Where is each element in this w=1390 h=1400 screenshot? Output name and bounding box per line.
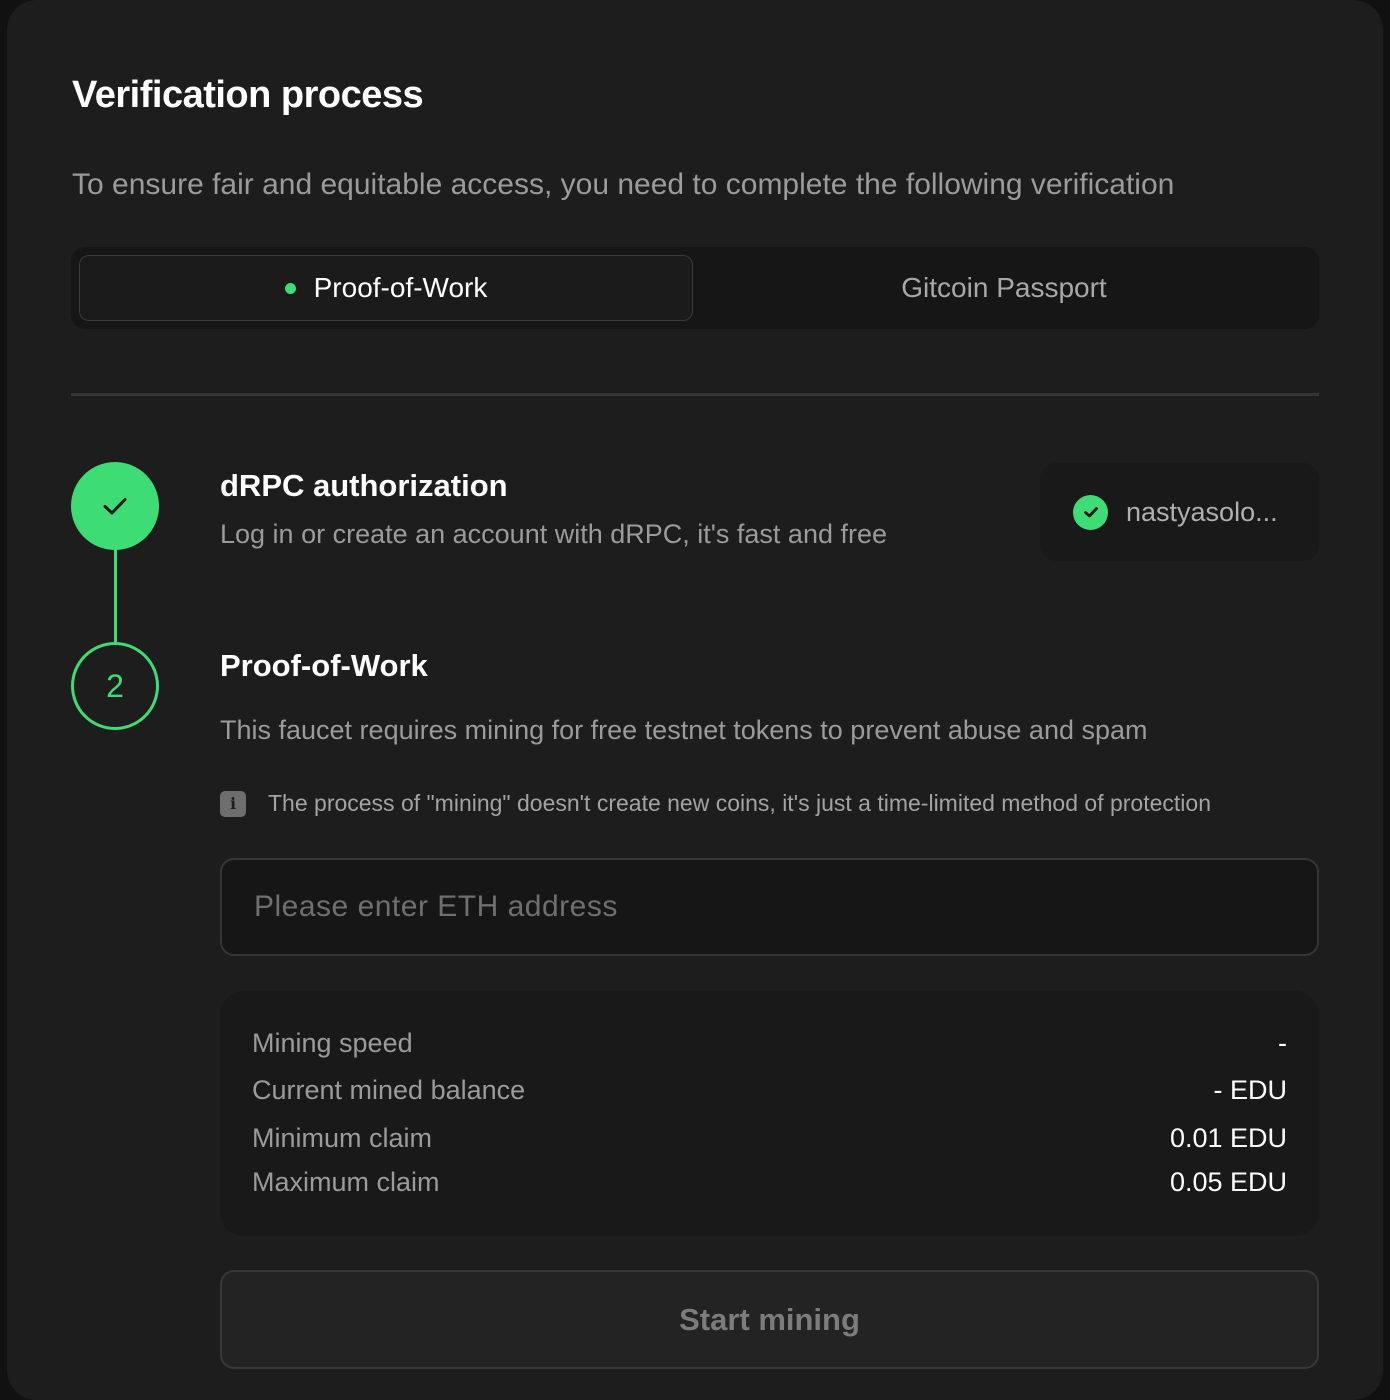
stat-label: Current mined balance bbox=[252, 1074, 526, 1105]
divider bbox=[71, 393, 1319, 396]
tab-label: Gitcoin Passport bbox=[901, 272, 1107, 303]
eth-address-input[interactable] bbox=[220, 858, 1319, 956]
tab-label: Proof-of-Work bbox=[313, 272, 488, 303]
active-dot-icon bbox=[284, 282, 296, 294]
page-title: Verification process bbox=[72, 74, 424, 116]
step-connector-line bbox=[114, 548, 117, 644]
verification-method-tabs: Proof-of-Work Gitcoin Passport bbox=[71, 247, 1319, 329]
stat-label: Mining speed bbox=[252, 1027, 413, 1058]
tab-gitcoin-passport[interactable]: Gitcoin Passport bbox=[697, 255, 1311, 321]
account-name: nastyasolo... bbox=[1126, 496, 1278, 527]
check-icon bbox=[103, 498, 127, 515]
stat-value: 0.05 EDU bbox=[1169, 1166, 1287, 1197]
account-badge[interactable]: nastyasolo... bbox=[1040, 463, 1319, 561]
stat-value: - bbox=[1278, 1027, 1287, 1058]
stat-row-maximum-claim: Maximum claim 0.05 EDU bbox=[252, 1162, 1287, 1202]
stat-row-minimum-claim: Minimum claim 0.01 EDU bbox=[252, 1118, 1287, 1158]
stat-label: Maximum claim bbox=[252, 1166, 440, 1197]
step-2-indicator: 2 bbox=[71, 642, 159, 730]
step-number: 2 bbox=[106, 667, 124, 704]
start-mining-button[interactable]: Start mining bbox=[220, 1270, 1319, 1369]
stat-row-current-balance: Current mined balance - EDU bbox=[252, 1070, 1287, 1110]
mining-stats-panel: Mining speed - Current mined balance - E… bbox=[220, 991, 1319, 1236]
tab-proof-of-work[interactable]: Proof-of-Work bbox=[79, 255, 693, 321]
step-1-title: dRPC authorization bbox=[220, 468, 508, 503]
stat-label: Minimum claim bbox=[252, 1122, 433, 1153]
step-1-description: Log in or create an account with dRPC, i… bbox=[220, 519, 888, 549]
stat-value: - EDU bbox=[1213, 1074, 1288, 1105]
stat-value: 0.01 EDU bbox=[1169, 1122, 1287, 1153]
info-text: The process of "mining" doesn't create n… bbox=[268, 790, 1211, 816]
page-subtitle: To ensure fair and equitable access, you… bbox=[72, 168, 1175, 201]
step-2-description: This faucet requires mining for free tes… bbox=[220, 715, 1148, 745]
mining-info-note: i The process of "mining" doesn't create… bbox=[220, 790, 1211, 817]
step-1-done-indicator bbox=[71, 462, 159, 550]
check-circle-icon bbox=[1073, 494, 1108, 530]
info-icon: i bbox=[220, 790, 246, 817]
stat-row-mining-speed: Mining speed - bbox=[252, 1023, 1287, 1063]
step-2-title: Proof-of-Work bbox=[220, 648, 428, 683]
